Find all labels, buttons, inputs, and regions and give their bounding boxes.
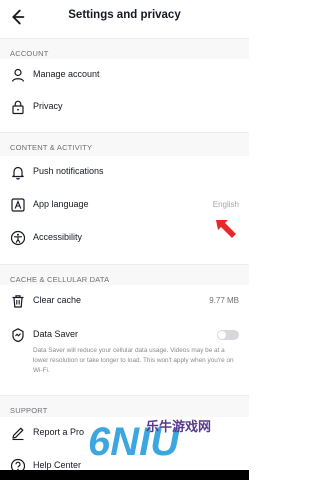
red-arrow-icon	[216, 220, 236, 238]
accessibility-label: Accessibility	[33, 232, 83, 242]
section-header-content: CONTENT & ACTIVITY	[0, 132, 249, 158]
app-language-value: English	[212, 200, 239, 209]
top-bar: Settings and privacy	[0, 0, 249, 34]
push-notifications-row[interactable]: Push notifications	[0, 156, 249, 188]
trash-icon	[12, 295, 24, 308]
accessibility-icon	[10, 230, 26, 246]
section-label: SUPPORT	[10, 406, 48, 415]
cache-size-value: 9.77 MB	[209, 296, 239, 305]
bell-icon	[12, 166, 24, 180]
toggle-knob	[218, 331, 226, 339]
clear-cache-row[interactable]: Clear cache 9.77 MB	[0, 285, 249, 317]
app-language-label: App language	[33, 199, 89, 209]
privacy-label: Privacy	[33, 101, 63, 111]
data-saver-toggle[interactable]	[217, 330, 239, 340]
lock-icon	[12, 100, 24, 115]
user-icon	[11, 68, 25, 82]
privacy-row[interactable]: Privacy	[0, 91, 249, 123]
language-icon	[11, 198, 25, 212]
report-problem-label: Report a Pro	[33, 427, 85, 437]
manage-account-label: Manage account	[33, 69, 100, 79]
clear-cache-label: Clear cache	[33, 295, 82, 305]
section-label: CACHE & CELLULAR DATA	[10, 275, 110, 284]
page-title: Settings and privacy	[68, 9, 181, 21]
site-watermark: 6NIU 乐牛游戏网	[88, 400, 249, 470]
section-label: CONTENT & ACTIVITY	[10, 143, 93, 152]
data-saver-icon	[12, 328, 24, 343]
manage-account-row[interactable]: Manage account	[0, 59, 249, 91]
pencil-icon	[12, 427, 24, 441]
data-saver-description: Data Saver will reduce your cellular dat…	[33, 347, 234, 374]
data-saver-label: Data Saver	[33, 329, 79, 339]
watermark-text: 乐牛游戏网	[146, 419, 212, 434]
push-notifications-label: Push notifications	[33, 166, 104, 176]
section-label: ACCOUNT	[10, 49, 49, 58]
help-center-label: Help Center	[33, 460, 82, 470]
system-nav-bar	[0, 470, 249, 480]
